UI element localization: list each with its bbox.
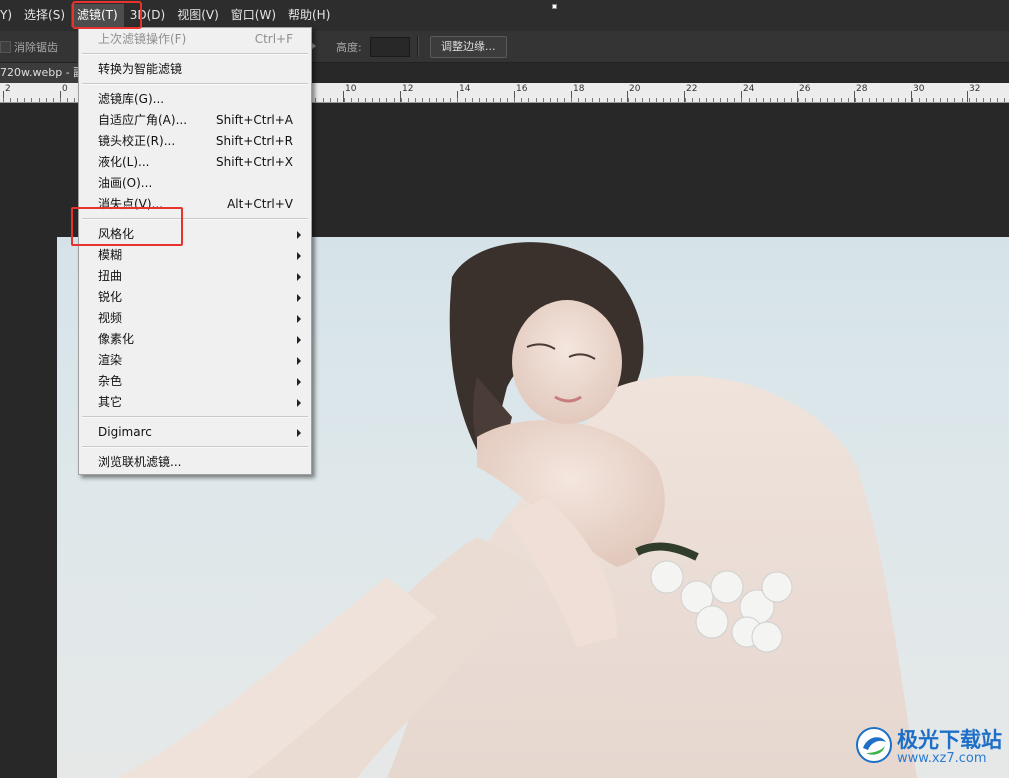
watermark-logo-icon bbox=[856, 727, 892, 763]
menu-item-digimarc[interactable]: Digimarc bbox=[79, 422, 311, 443]
watermark-name: 极光下载站 bbox=[897, 728, 1002, 752]
height-input[interactable] bbox=[370, 37, 410, 57]
menu-item-distort[interactable]: 扭曲 bbox=[79, 266, 311, 287]
menu-item-shortcut: Shift+Ctrl+R bbox=[215, 134, 293, 148]
document-tab[interactable]: 720w.webp - 副 bbox=[0, 63, 84, 83]
menu-item-view[interactable]: 视图(V) bbox=[171, 4, 225, 27]
menu-item-convert-smart-filter[interactable]: 转换为智能滤镜 bbox=[79, 59, 311, 80]
menu-item-render[interactable]: 渲染 bbox=[79, 350, 311, 371]
menu-item-last-filter: 上次滤镜操作(F) Ctrl+F bbox=[79, 29, 311, 50]
antialias-label: 消除锯齿 bbox=[14, 41, 58, 54]
submenu-arrow-icon bbox=[297, 429, 301, 437]
menu-item-partial[interactable]: Y) bbox=[0, 4, 18, 27]
menu-item-noise[interactable]: 杂色 bbox=[79, 371, 311, 392]
submenu-arrow-icon bbox=[297, 357, 301, 365]
submenu-arrow-icon bbox=[297, 336, 301, 344]
menu-item-label: 锐化 bbox=[98, 290, 123, 304]
menu-item-label: Digimarc bbox=[98, 425, 152, 439]
menu-separator bbox=[82, 53, 308, 55]
menu-item-lens-correction[interactable]: 镜头校正(R)... Shift+Ctrl+R bbox=[79, 131, 311, 152]
ruler-label: 28 bbox=[856, 84, 868, 94]
menu-item-adaptive-wide-angle[interactable]: 自适应广角(A)... Shift+Ctrl+A bbox=[79, 110, 311, 131]
ruler-label: 32 bbox=[969, 84, 981, 94]
menu-item-label: 镜头校正(R)... bbox=[98, 134, 176, 148]
divider bbox=[417, 36, 419, 57]
menu-separator bbox=[82, 416, 308, 418]
menu-item-label: 转换为智能滤镜 bbox=[98, 62, 183, 76]
ruler-label: 26 bbox=[799, 84, 811, 94]
menu-item-label: 上次滤镜操作(F) bbox=[98, 32, 187, 46]
menu-item-label: 模糊 bbox=[98, 248, 123, 262]
ruler-label: 22 bbox=[686, 84, 698, 94]
menu-item-select[interactable]: 选择(S) bbox=[18, 4, 71, 27]
resize-handle[interactable] bbox=[552, 4, 557, 9]
menu-item-video[interactable]: 视频 bbox=[79, 308, 311, 329]
menu-item-oil-paint[interactable]: 油画(O)... bbox=[79, 173, 311, 194]
submenu-arrow-icon bbox=[297, 378, 301, 386]
menu-item-shortcut: Ctrl+F bbox=[254, 32, 293, 46]
watermark-url: www.xz7.com bbox=[897, 751, 987, 766]
highlight-box-filter-menu bbox=[72, 1, 142, 29]
menu-item-window[interactable]: 窗口(W) bbox=[225, 4, 282, 27]
menu-item-filter-gallery[interactable]: 滤镜库(G)... bbox=[79, 89, 311, 110]
menu-item-label: 渲染 bbox=[98, 353, 123, 367]
menu-item-shortcut: Shift+Ctrl+A bbox=[216, 113, 293, 127]
submenu-arrow-icon bbox=[297, 273, 301, 281]
menu-item-label: 扭曲 bbox=[98, 269, 123, 283]
menu-item-shortcut: Shift+Ctrl+X bbox=[216, 155, 293, 169]
menu-item-sharpen[interactable]: 锐化 bbox=[79, 287, 311, 308]
ruler-label: 12 bbox=[402, 84, 414, 94]
menu-item-pixelate[interactable]: 像素化 bbox=[79, 329, 311, 350]
ruler-label: 0 bbox=[62, 84, 68, 94]
submenu-arrow-icon bbox=[297, 399, 301, 407]
menu-item-label: 油画(O)... bbox=[98, 176, 153, 190]
menu-item-browse-online-filters[interactable]: 浏览联机滤镜... bbox=[79, 452, 311, 473]
submenu-arrow-icon bbox=[297, 294, 301, 302]
ruler-label: 16 bbox=[516, 84, 528, 94]
submenu-arrow-icon bbox=[297, 231, 301, 239]
submenu-arrow-icon bbox=[297, 252, 301, 260]
ruler-label: 18 bbox=[573, 84, 585, 94]
ruler-label: 24 bbox=[743, 84, 755, 94]
menu-item-label: 浏览联机滤镜... bbox=[98, 455, 182, 469]
menu-item-blur[interactable]: 模糊 bbox=[79, 245, 311, 266]
ruler-label: 20 bbox=[629, 84, 641, 94]
height-label: 高度: bbox=[336, 41, 362, 54]
ruler-label: 30 bbox=[913, 84, 925, 94]
menu-item-label: 杂色 bbox=[98, 374, 123, 388]
antialias-checkbox[interactable] bbox=[0, 41, 11, 53]
menu-item-label: 其它 bbox=[98, 395, 123, 409]
ruler-label: 14 bbox=[459, 84, 471, 94]
menu-separator bbox=[82, 83, 308, 85]
menu-item-liquify[interactable]: 液化(L)... Shift+Ctrl+X bbox=[79, 152, 311, 173]
menu-item-label: 液化(L)... bbox=[98, 155, 150, 169]
watermark: 极光下载站 www.xz7.com bbox=[855, 720, 1005, 772]
ruler-label: 10 bbox=[345, 84, 357, 94]
menu-item-label: 自适应广角(A)... bbox=[98, 113, 188, 127]
menu-item-shortcut: Alt+Ctrl+V bbox=[227, 197, 293, 211]
menu-item-label: 滤镜库(G)... bbox=[98, 92, 165, 106]
filter-menu-dropdown: 上次滤镜操作(F) Ctrl+F 转换为智能滤镜 滤镜库(G)... 自适应广角… bbox=[78, 27, 312, 475]
menu-item-label: 视频 bbox=[98, 311, 123, 325]
ruler-label: 2 bbox=[5, 84, 11, 94]
submenu-arrow-icon bbox=[297, 315, 301, 323]
menu-item-other[interactable]: 其它 bbox=[79, 392, 311, 413]
refine-edge-button[interactable]: 调整边缘... bbox=[430, 36, 507, 58]
menu-separator bbox=[82, 446, 308, 448]
highlight-box-stylize bbox=[71, 207, 183, 246]
menu-item-help[interactable]: 帮助(H) bbox=[282, 4, 336, 27]
menu-item-label: 像素化 bbox=[98, 332, 135, 346]
